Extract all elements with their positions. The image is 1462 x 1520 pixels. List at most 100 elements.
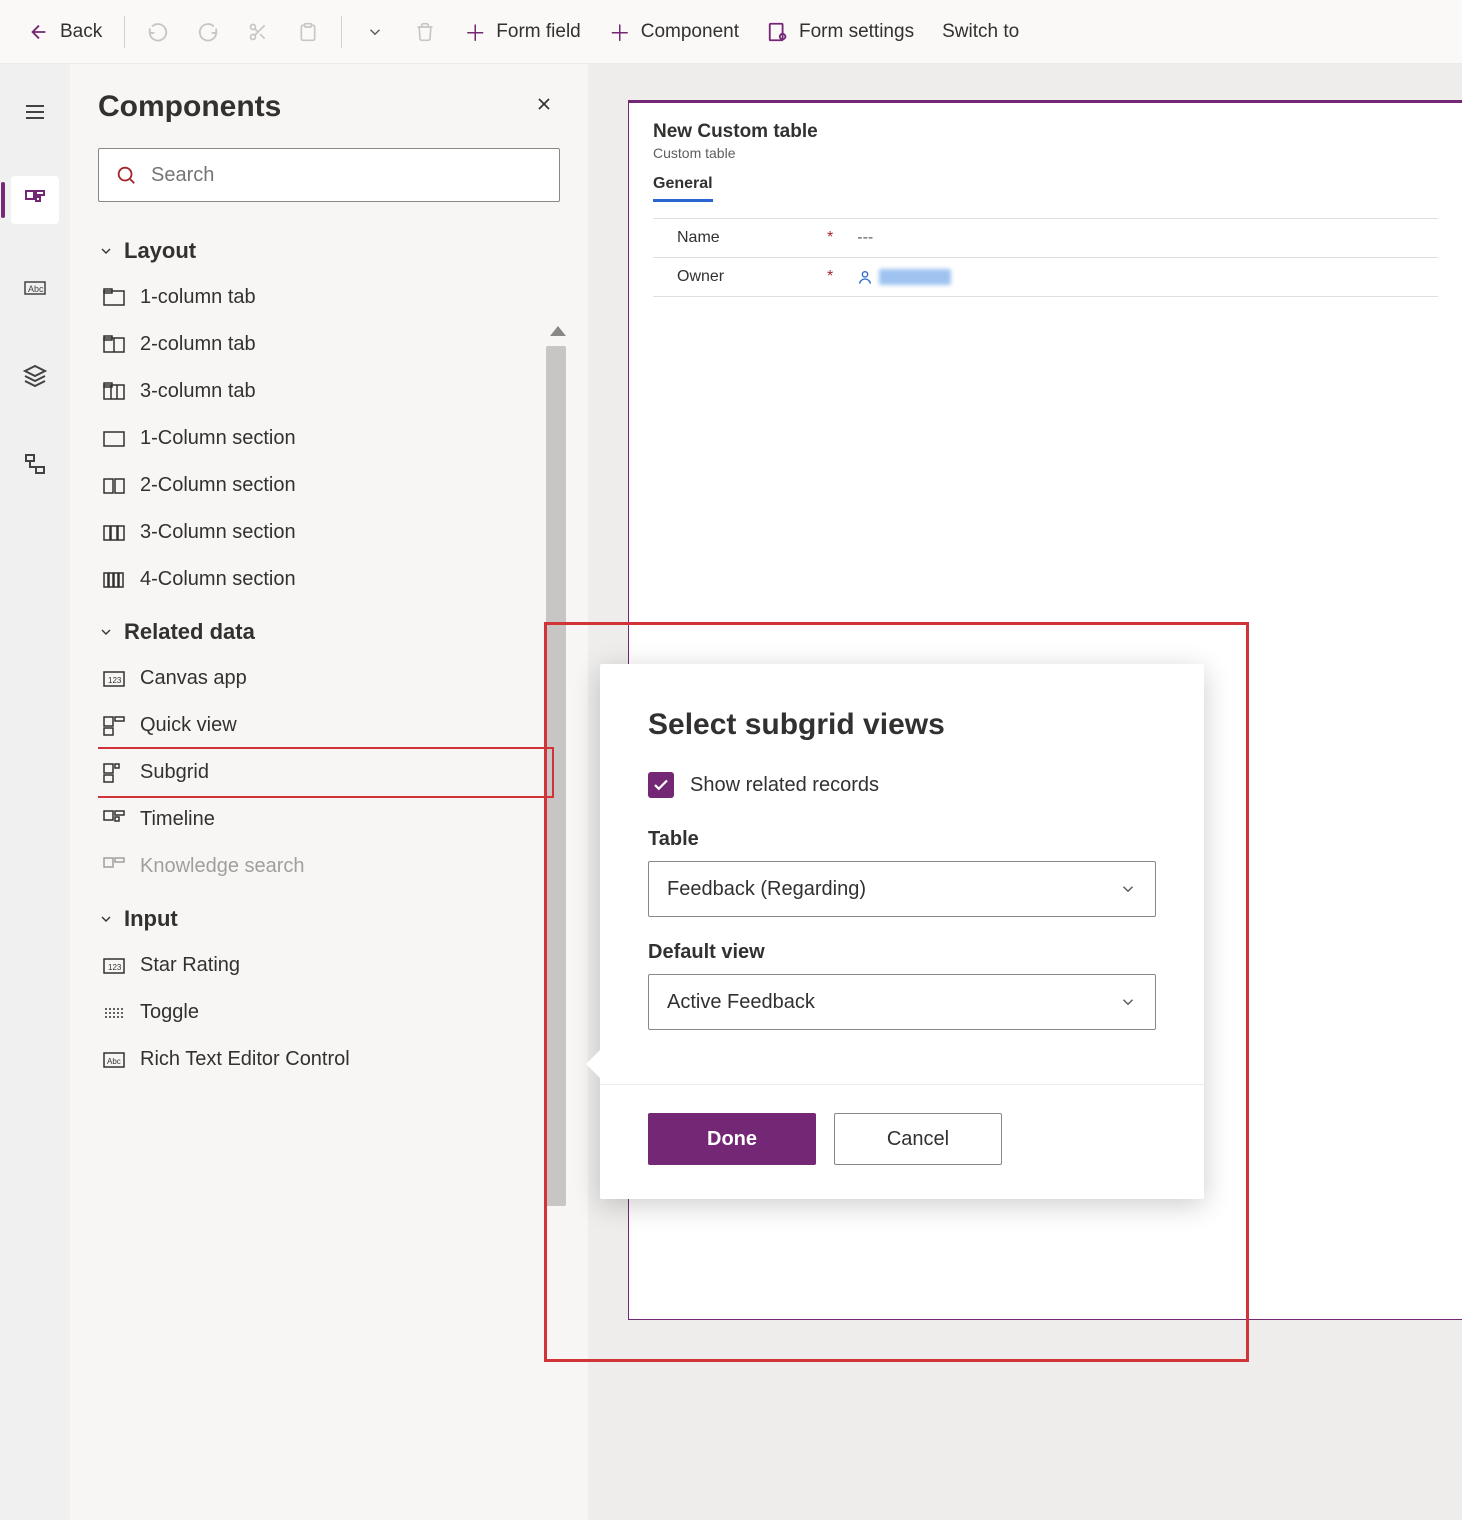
owner-name-redacted <box>879 269 951 285</box>
section-layout-header[interactable]: Layout <box>98 222 552 274</box>
left-rail: Abc <box>0 64 70 1520</box>
component-label: 1-column tab <box>140 286 256 309</box>
chevron-down-icon <box>98 911 114 927</box>
plus-icon: ＋ <box>609 16 631 48</box>
trash-icon <box>415 22 435 42</box>
rail-components[interactable] <box>11 176 59 224</box>
form-field-button[interactable]: ＋ Form field <box>454 10 590 54</box>
field-owner-label: Owner <box>677 268 827 286</box>
required-indicator: * <box>827 268 833 286</box>
rail-layers[interactable] <box>11 352 59 400</box>
panel-scroll-area: Layout 1-column tab 2-column tab 3-colum… <box>98 222 560 1520</box>
show-related-row[interactable]: Show related records <box>648 772 1156 798</box>
plus-icon: ＋ <box>464 16 486 48</box>
rail-text[interactable]: Abc <box>11 264 59 312</box>
component-2-column-tab[interactable]: 2-column tab <box>98 321 552 368</box>
search-box[interactable] <box>98 148 560 202</box>
search-input[interactable] <box>151 164 543 187</box>
tab-3col-icon <box>102 381 126 403</box>
component-4-column-section[interactable]: 4-Column section <box>98 556 552 603</box>
switch-label: Switch to <box>942 21 1019 43</box>
done-button[interactable]: Done <box>648 1113 816 1165</box>
svg-text:Abc: Abc <box>107 1057 121 1066</box>
view-label: Default view <box>648 941 1156 964</box>
form-field-label: Form field <box>496 21 580 43</box>
panel-title: Components <box>98 90 281 124</box>
component-subgrid[interactable]: Subgrid <box>98 749 552 796</box>
view-select-value: Active Feedback <box>667 991 815 1014</box>
cancel-label: Cancel <box>887 1128 949 1151</box>
richtext-icon: Abc <box>102 1049 126 1071</box>
component-1-column-tab[interactable]: 1-column tab <box>98 274 552 321</box>
component-2-column-section[interactable]: 2-Column section <box>98 462 552 509</box>
component-label: 2-Column section <box>140 474 296 497</box>
component-label: Timeline <box>140 808 215 831</box>
paste-icon <box>298 22 318 42</box>
text-field-icon: Abc <box>23 278 47 298</box>
show-related-checkbox[interactable] <box>648 772 674 798</box>
canvas-icon: 123 <box>102 668 126 690</box>
table-select[interactable]: Feedback (Regarding) <box>648 861 1156 917</box>
chevron-down-icon <box>1119 993 1137 1011</box>
component-label: 3-Column section <box>140 521 296 544</box>
delete-button[interactable] <box>404 11 446 53</box>
component-button[interactable]: ＋ Component <box>599 10 749 54</box>
view-select[interactable]: Active Feedback <box>648 974 1156 1030</box>
section-related-header[interactable]: Related data <box>98 603 552 655</box>
components-panel: Components Layout 1-column tab 2-c <box>70 64 588 1520</box>
component-timeline[interactable]: Timeline <box>98 796 552 843</box>
rail-tree[interactable] <box>11 440 59 488</box>
quickview-icon <box>102 715 126 737</box>
component-label: Rich Text Editor Control <box>140 1048 350 1071</box>
component-label: 1-Column section <box>140 427 296 450</box>
field-row-owner[interactable]: Owner * <box>653 258 1438 296</box>
component-label: 4-Column section <box>140 568 296 591</box>
back-label: Back <box>60 21 102 43</box>
knowledge-icon <box>102 856 126 878</box>
chevron-down-icon <box>1119 880 1137 898</box>
undo-button[interactable] <box>137 11 179 53</box>
subgrid-popover: Select subgrid views Show related record… <box>600 664 1204 1199</box>
section-input-header[interactable]: Input <box>98 890 552 942</box>
dropdown-more-button[interactable] <box>354 11 396 53</box>
cancel-button[interactable]: Cancel <box>834 1113 1002 1165</box>
component-label: 3-column tab <box>140 380 256 403</box>
field-owner-value <box>857 269 951 285</box>
component-3-column-section[interactable]: 3-Column section <box>98 509 552 556</box>
component-label: Component <box>641 21 739 43</box>
component-1-column-section[interactable]: 1-Column section <box>98 415 552 462</box>
section-input-label: Input <box>124 906 178 932</box>
rail-hamburger[interactable] <box>11 88 59 136</box>
component-star-rating[interactable]: 123 Star Rating <box>98 942 552 989</box>
component-quick-view[interactable]: Quick view <box>98 702 552 749</box>
back-button[interactable]: Back <box>18 15 112 49</box>
panel-close-button[interactable] <box>528 88 560 126</box>
form-settings-button[interactable]: Form settings <box>757 15 924 49</box>
svg-text:123: 123 <box>108 676 122 685</box>
paste-button[interactable] <box>287 11 329 53</box>
component-toggle[interactable]: Toggle <box>98 989 552 1036</box>
redo-button[interactable] <box>187 11 229 53</box>
table-label: Table <box>648 828 1156 851</box>
component-label: Knowledge search <box>140 855 305 878</box>
search-icon <box>115 164 137 186</box>
cut-icon <box>248 22 268 42</box>
redo-icon <box>197 21 219 43</box>
cut-button[interactable] <box>237 11 279 53</box>
field-name-label: Name <box>677 229 827 247</box>
component-canvas-app[interactable]: 123 Canvas app <box>98 655 552 702</box>
field-row-name[interactable]: Name * --- <box>653 219 1438 258</box>
form-tab-general[interactable]: General <box>653 175 713 202</box>
timeline-icon <box>102 809 126 831</box>
component-rich-text[interactable]: Abc Rich Text Editor Control <box>98 1036 552 1083</box>
component-label: Subgrid <box>140 761 209 784</box>
required-indicator: * <box>827 229 833 247</box>
top-toolbar: Back ＋ Form field ＋ Component Form setti… <box>0 0 1462 64</box>
switch-button[interactable]: Switch to <box>932 15 1029 49</box>
toggle-icon <box>102 1002 126 1024</box>
form-settings-label: Form settings <box>799 21 914 43</box>
chevron-down-icon <box>98 243 114 259</box>
component-3-column-tab[interactable]: 3-column tab <box>98 368 552 415</box>
chevron-down-icon <box>98 624 114 640</box>
table-select-value: Feedback (Regarding) <box>667 878 866 901</box>
